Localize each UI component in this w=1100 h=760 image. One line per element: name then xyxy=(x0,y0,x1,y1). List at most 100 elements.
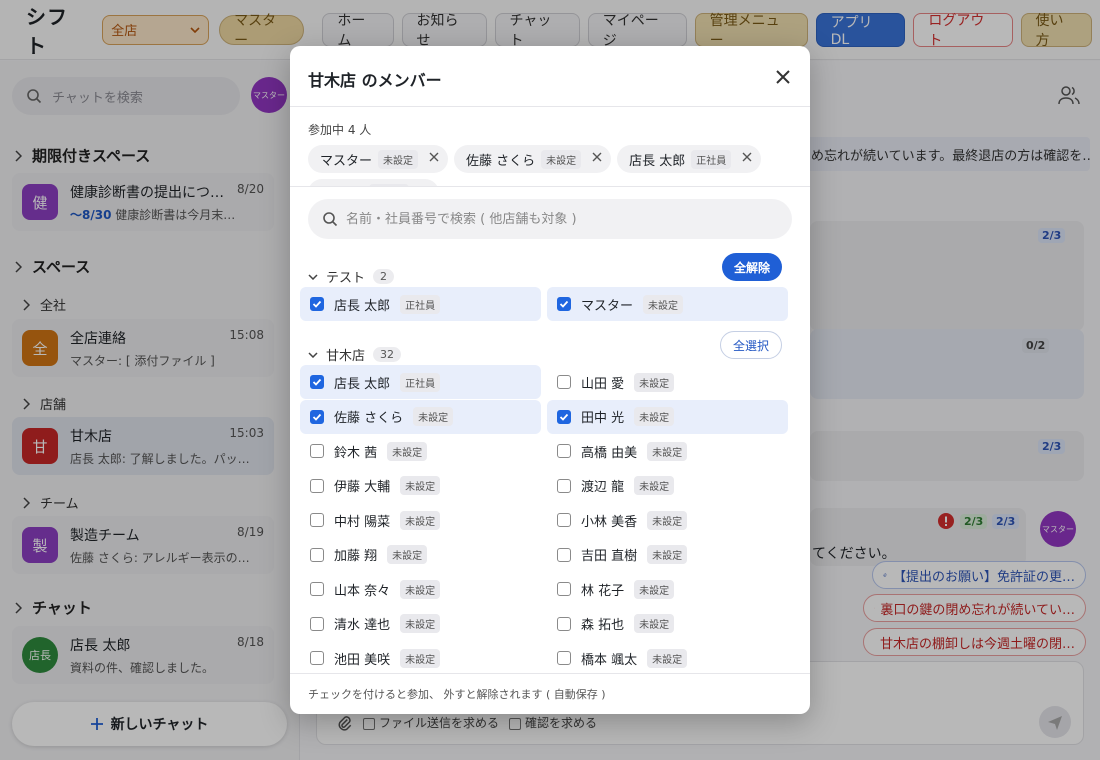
member-name: 渡辺 龍 xyxy=(581,480,625,495)
member-checkbox[interactable] xyxy=(310,616,324,631)
employment-tag: 未設定 xyxy=(634,372,675,392)
member-row[interactable]: 山本 奈々 未設定 xyxy=(300,572,541,606)
member-row[interactable]: 森 拓也 未設定 xyxy=(547,607,788,641)
member-row[interactable]: 高橋 由美 未設定 xyxy=(547,434,788,468)
member-row[interactable]: 渡辺 龍未設定 xyxy=(547,469,788,503)
member-checkbox[interactable] xyxy=(310,478,324,493)
group-name: 甘木店 xyxy=(326,349,366,364)
member-checkbox[interactable] xyxy=(310,651,324,665)
employment-tag: 未設定 xyxy=(387,545,428,564)
employment-tag: 未設定 xyxy=(400,579,441,599)
member-row[interactable]: 吉田 直樹 未設定 xyxy=(547,538,788,572)
employment-tag: 未設定 xyxy=(400,614,441,633)
member-name: 高橋 由美 xyxy=(581,445,638,461)
member-name: 佐藤 さくら xyxy=(334,411,404,426)
employment-tag: 未設定 xyxy=(634,476,675,495)
member-checkbox[interactable] xyxy=(310,375,324,389)
employment-tag: 未設定 xyxy=(647,441,688,461)
member-checkbox[interactable] xyxy=(310,444,324,458)
employment-tag: 未設定 xyxy=(647,545,688,564)
member-checkbox[interactable] xyxy=(557,651,571,665)
member-row[interactable]: 店長 太郎 正社員 xyxy=(300,287,541,321)
member-name: 橋本 颯太 xyxy=(581,652,638,668)
member-row[interactable]: 林 花子 未設定 xyxy=(547,572,788,606)
member-name: 清水 達也 xyxy=(334,618,391,633)
dialog-title: 甘木店 のメンバー xyxy=(308,71,442,90)
employment-tag: 未設定 xyxy=(643,294,684,314)
members-dialog: 甘木店 のメンバー 参加中 4 人 マスター 未設定 佐藤 さくら 未設定 店長 太郎正… xyxy=(290,46,810,714)
employment-tag: 未設定 xyxy=(378,149,419,169)
member-checkbox[interactable] xyxy=(557,478,571,493)
member-name: 田中 光 xyxy=(581,411,625,426)
close-icon[interactable] xyxy=(774,68,792,86)
participants-area: 参加中 4 人 マスター未設定佐藤 さくら未設定店長 太郎正社員田中 光未設定 xyxy=(290,107,810,187)
member-checkbox[interactable] xyxy=(310,547,324,562)
close-icon xyxy=(592,152,602,162)
member-checkbox[interactable] xyxy=(557,409,571,424)
member-name: 中村 陽菜 xyxy=(334,514,391,530)
member-row[interactable]: 清水 達也 未設定 xyxy=(300,607,541,641)
member-checkbox[interactable] xyxy=(557,582,571,596)
member-name: 店長 太郎 xyxy=(334,298,391,314)
group-header[interactable]: テスト 2 xyxy=(308,267,395,286)
member-row[interactable]: 佐藤 さくら 未設定 xyxy=(300,399,541,434)
group-header[interactable]: 甘木店 32 xyxy=(308,345,402,364)
member-row[interactable]: 鈴木 茜未設定 xyxy=(300,434,541,468)
employment-tag: 未設定 xyxy=(387,441,428,461)
member-row[interactable]: 池田 美咲 未設定 xyxy=(300,641,541,673)
participant-name: マスター xyxy=(320,153,373,169)
remove-participant-button[interactable] xyxy=(424,151,440,167)
remove-participant-button[interactable] xyxy=(587,151,603,167)
member-name: 店長 太郎 xyxy=(334,376,391,392)
participant-chip: 店長 太郎 正社員 xyxy=(617,145,762,173)
remove-participant-button[interactable] xyxy=(737,151,753,167)
member-name: 小林 美香 xyxy=(581,514,638,530)
employment-tag: 未設定 xyxy=(400,510,441,530)
member-name: 鈴木 茜 xyxy=(334,445,378,461)
member-row[interactable]: 店長 太郎 正社員 xyxy=(300,365,541,399)
member-checkbox[interactable] xyxy=(557,375,571,389)
member-name: 加藤 翔 xyxy=(334,549,378,564)
member-row[interactable]: マスター 未設定 xyxy=(547,287,788,321)
employment-tag: 未設定 xyxy=(413,407,454,426)
member-checkbox[interactable] xyxy=(310,297,324,311)
member-checkbox[interactable] xyxy=(557,444,571,458)
select-all-button[interactable]: 全選択 xyxy=(719,331,782,359)
employment-tag: 未設定 xyxy=(647,510,688,530)
member-search-input[interactable] xyxy=(346,211,766,227)
employment-tag: 未設定 xyxy=(400,648,441,668)
member-checkbox[interactable] xyxy=(310,513,324,527)
member-checkbox[interactable] xyxy=(557,297,571,311)
member-name: 吉田 直樹 xyxy=(581,549,638,564)
participant-chip: マスター 未設定 xyxy=(308,145,449,173)
close-icon xyxy=(742,152,752,162)
employment-tag: 未設定 xyxy=(634,579,675,599)
participant-count: 参加中 4 人 xyxy=(308,123,372,137)
member-row[interactable]: 田中 光未設定 xyxy=(547,399,788,434)
member-search-field[interactable] xyxy=(308,199,792,239)
employment-tag: 未設定 xyxy=(647,648,688,668)
employment-tag: 正社員 xyxy=(400,372,441,392)
chevron-down-icon xyxy=(308,273,318,280)
member-name: 林 花子 xyxy=(581,583,625,599)
member-name: 山本 奈々 xyxy=(334,583,391,599)
member-checkbox[interactable] xyxy=(557,547,571,562)
deselect-all-button[interactable]: 全解除 xyxy=(721,253,782,281)
employment-tag: 正社員 xyxy=(691,149,732,169)
group-name: テスト xyxy=(326,271,366,286)
member-checkbox[interactable] xyxy=(557,513,571,527)
member-checkbox[interactable] xyxy=(310,409,324,424)
member-row[interactable]: 伊藤 大輔 未設定 xyxy=(300,469,541,503)
employment-tag: 未設定 xyxy=(634,407,675,426)
member-checkbox[interactable] xyxy=(557,616,571,631)
member-row[interactable]: 橋本 颯太 未設定 xyxy=(547,641,788,673)
member-row[interactable]: 中村 陽菜 未設定 xyxy=(300,503,541,537)
participant-chip: 佐藤 さくら 未設定 xyxy=(454,145,612,173)
member-row[interactable]: 加藤 翔未設定 xyxy=(300,538,541,572)
employment-tag: 未設定 xyxy=(400,476,441,495)
member-row[interactable]: 山田 愛未設定 xyxy=(547,365,788,399)
member-row[interactable]: 小林 美香 未設定 xyxy=(547,503,788,537)
member-name: 山田 愛 xyxy=(581,376,625,392)
employment-tag: 未設定 xyxy=(634,614,675,633)
member-checkbox[interactable] xyxy=(310,582,324,596)
